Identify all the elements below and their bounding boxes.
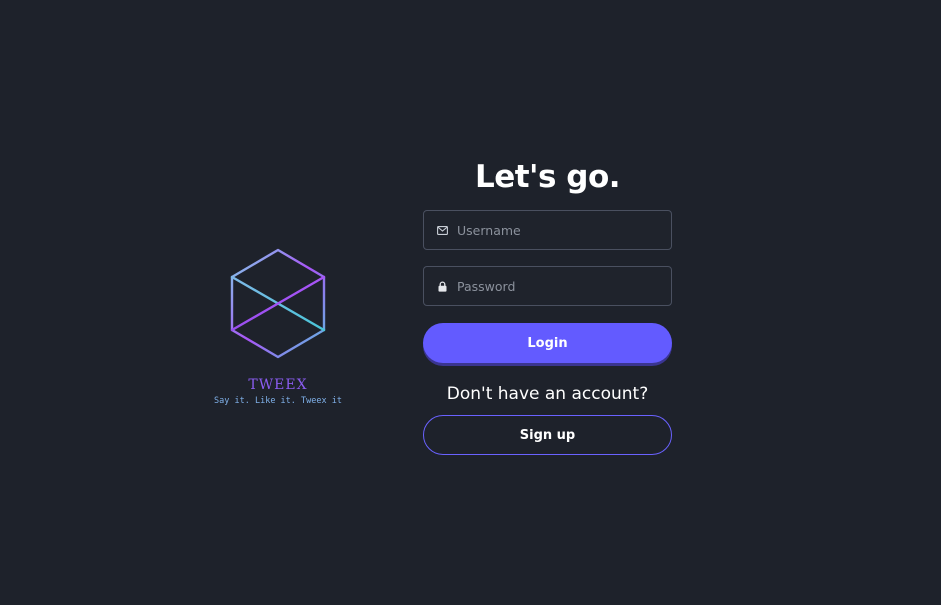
brand-name: TWEEX bbox=[248, 377, 308, 393]
lock-icon bbox=[436, 280, 448, 292]
page-title: Let's go. bbox=[474, 159, 621, 195]
signup-button[interactable]: Sign up bbox=[423, 415, 672, 455]
username-field[interactable] bbox=[423, 210, 672, 250]
brand-tagline: Say it. Like it. Tweex it bbox=[214, 396, 342, 406]
login-button[interactable]: Login bbox=[423, 323, 672, 363]
brand-block: TWEEX Say it. Like it. Tweex it bbox=[200, 245, 356, 407]
signup-prompt: Don't have an account? bbox=[446, 384, 649, 404]
password-input[interactable] bbox=[457, 278, 657, 294]
login-form: Let's go. Login Don't have an account? S… bbox=[423, 155, 672, 455]
username-input[interactable] bbox=[457, 222, 657, 238]
mail-icon bbox=[436, 224, 448, 236]
login-page: TWEEX Say it. Like it. Tweex it Let's go… bbox=[0, 0, 941, 605]
hexagon-cube-logo-icon bbox=[230, 245, 326, 359]
password-field[interactable] bbox=[423, 266, 672, 306]
